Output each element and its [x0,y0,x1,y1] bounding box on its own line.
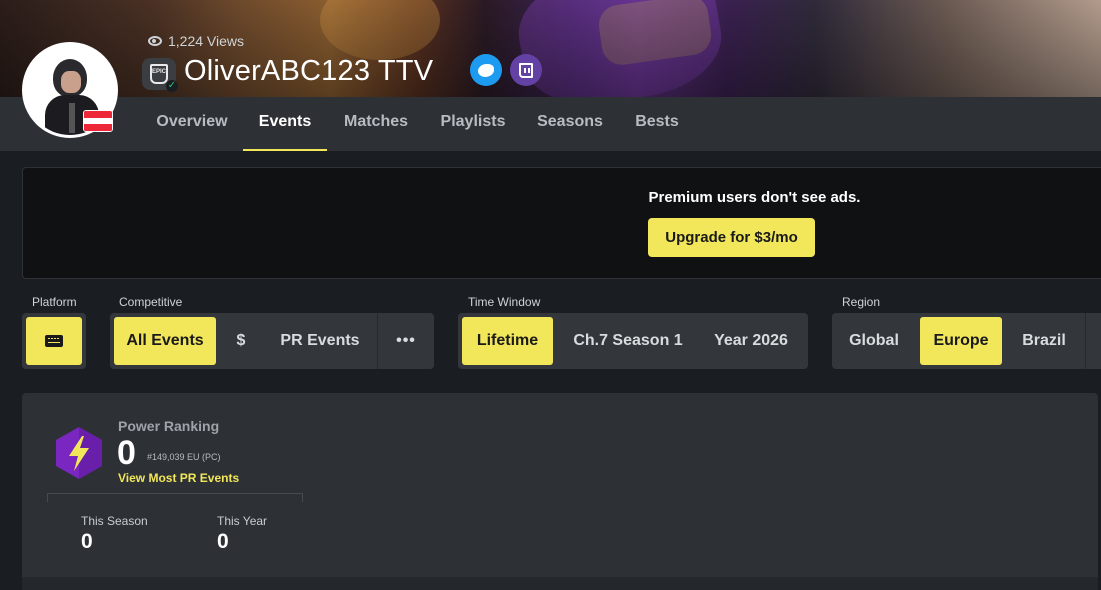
platform-label: Platform [32,295,77,309]
ad-banner: Premium users don't see ads. [22,167,1101,279]
pr-events-option[interactable]: PR Events [268,317,372,365]
tab-matches[interactable]: Matches [337,97,415,151]
time-window-filter: Lifetime Ch.7 Season 1 Year 2026 [458,313,808,369]
this-season-value: 0 [81,530,93,553]
username: OliverABC123 TTV [184,55,434,87]
twitter-icon [478,63,494,77]
competitive-label: Competitive [119,295,183,309]
region-europe-option[interactable]: Europe [920,317,1002,365]
twitter-button[interactable] [470,54,502,86]
epic-games-badge[interactable]: EPIC ✓ [142,58,178,92]
profile-nav: Overview Events Matches Playlists Season… [0,97,1101,151]
check-icon: ✓ [166,80,178,92]
tab-events[interactable]: Events [243,97,327,151]
this-year-value: 0 [217,530,229,553]
epic-logo-icon: EPIC [150,64,168,84]
panel-footer [22,577,1098,590]
season-option[interactable]: Ch.7 Season 1 [563,317,693,365]
region-brazil-option[interactable]: Brazil [1010,317,1078,365]
twitch-button[interactable] [510,54,542,86]
tab-seasons[interactable]: Seasons [531,97,609,151]
cash-events-option[interactable]: $ [222,317,260,365]
view-count-text: 1,224 Views [168,33,245,49]
lightning-icon [56,427,102,479]
view-most-pr-events-link[interactable]: View Most PR Events [118,471,239,485]
lifetime-option[interactable]: Lifetime [462,317,553,365]
keyboard-icon [45,334,63,347]
ellipsis-icon: ••• [396,332,416,349]
platform-pc-option[interactable] [26,317,82,365]
tab-playlists[interactable]: Playlists [435,97,511,151]
stats-divider [47,493,303,502]
power-ranking-rank: #149,039 EU (PC) [147,452,221,462]
region-label: Region [842,295,881,309]
twitch-icon [519,62,533,78]
tab-bests[interactable]: Bests [629,97,685,151]
competitive-filter: All Events $ PR Events ••• [110,313,434,369]
power-ranking-title: Power Ranking [118,418,220,434]
this-year-label: This Year [217,514,268,528]
platform-filter [22,313,86,369]
flag-austria-icon [83,110,113,132]
eye-icon [148,36,162,46]
more-options-button[interactable]: ••• [382,317,430,365]
view-count: 1,224 Views [148,33,244,49]
time-window-label: Time Window [468,295,541,309]
year-option[interactable]: Year 2026 [701,317,801,365]
region-filter: Global Europe Brazil [832,313,1101,369]
tab-overview[interactable]: Overview [151,97,233,151]
region-global-option[interactable]: Global [838,317,910,365]
this-season-label: This Season [81,514,148,528]
upgrade-button[interactable]: Upgrade for $3/mo [648,218,815,257]
ad-text: Premium users don't see ads. [648,189,861,206]
all-events-option[interactable]: All Events [114,317,216,365]
power-ranking-value: 0 [117,434,136,472]
